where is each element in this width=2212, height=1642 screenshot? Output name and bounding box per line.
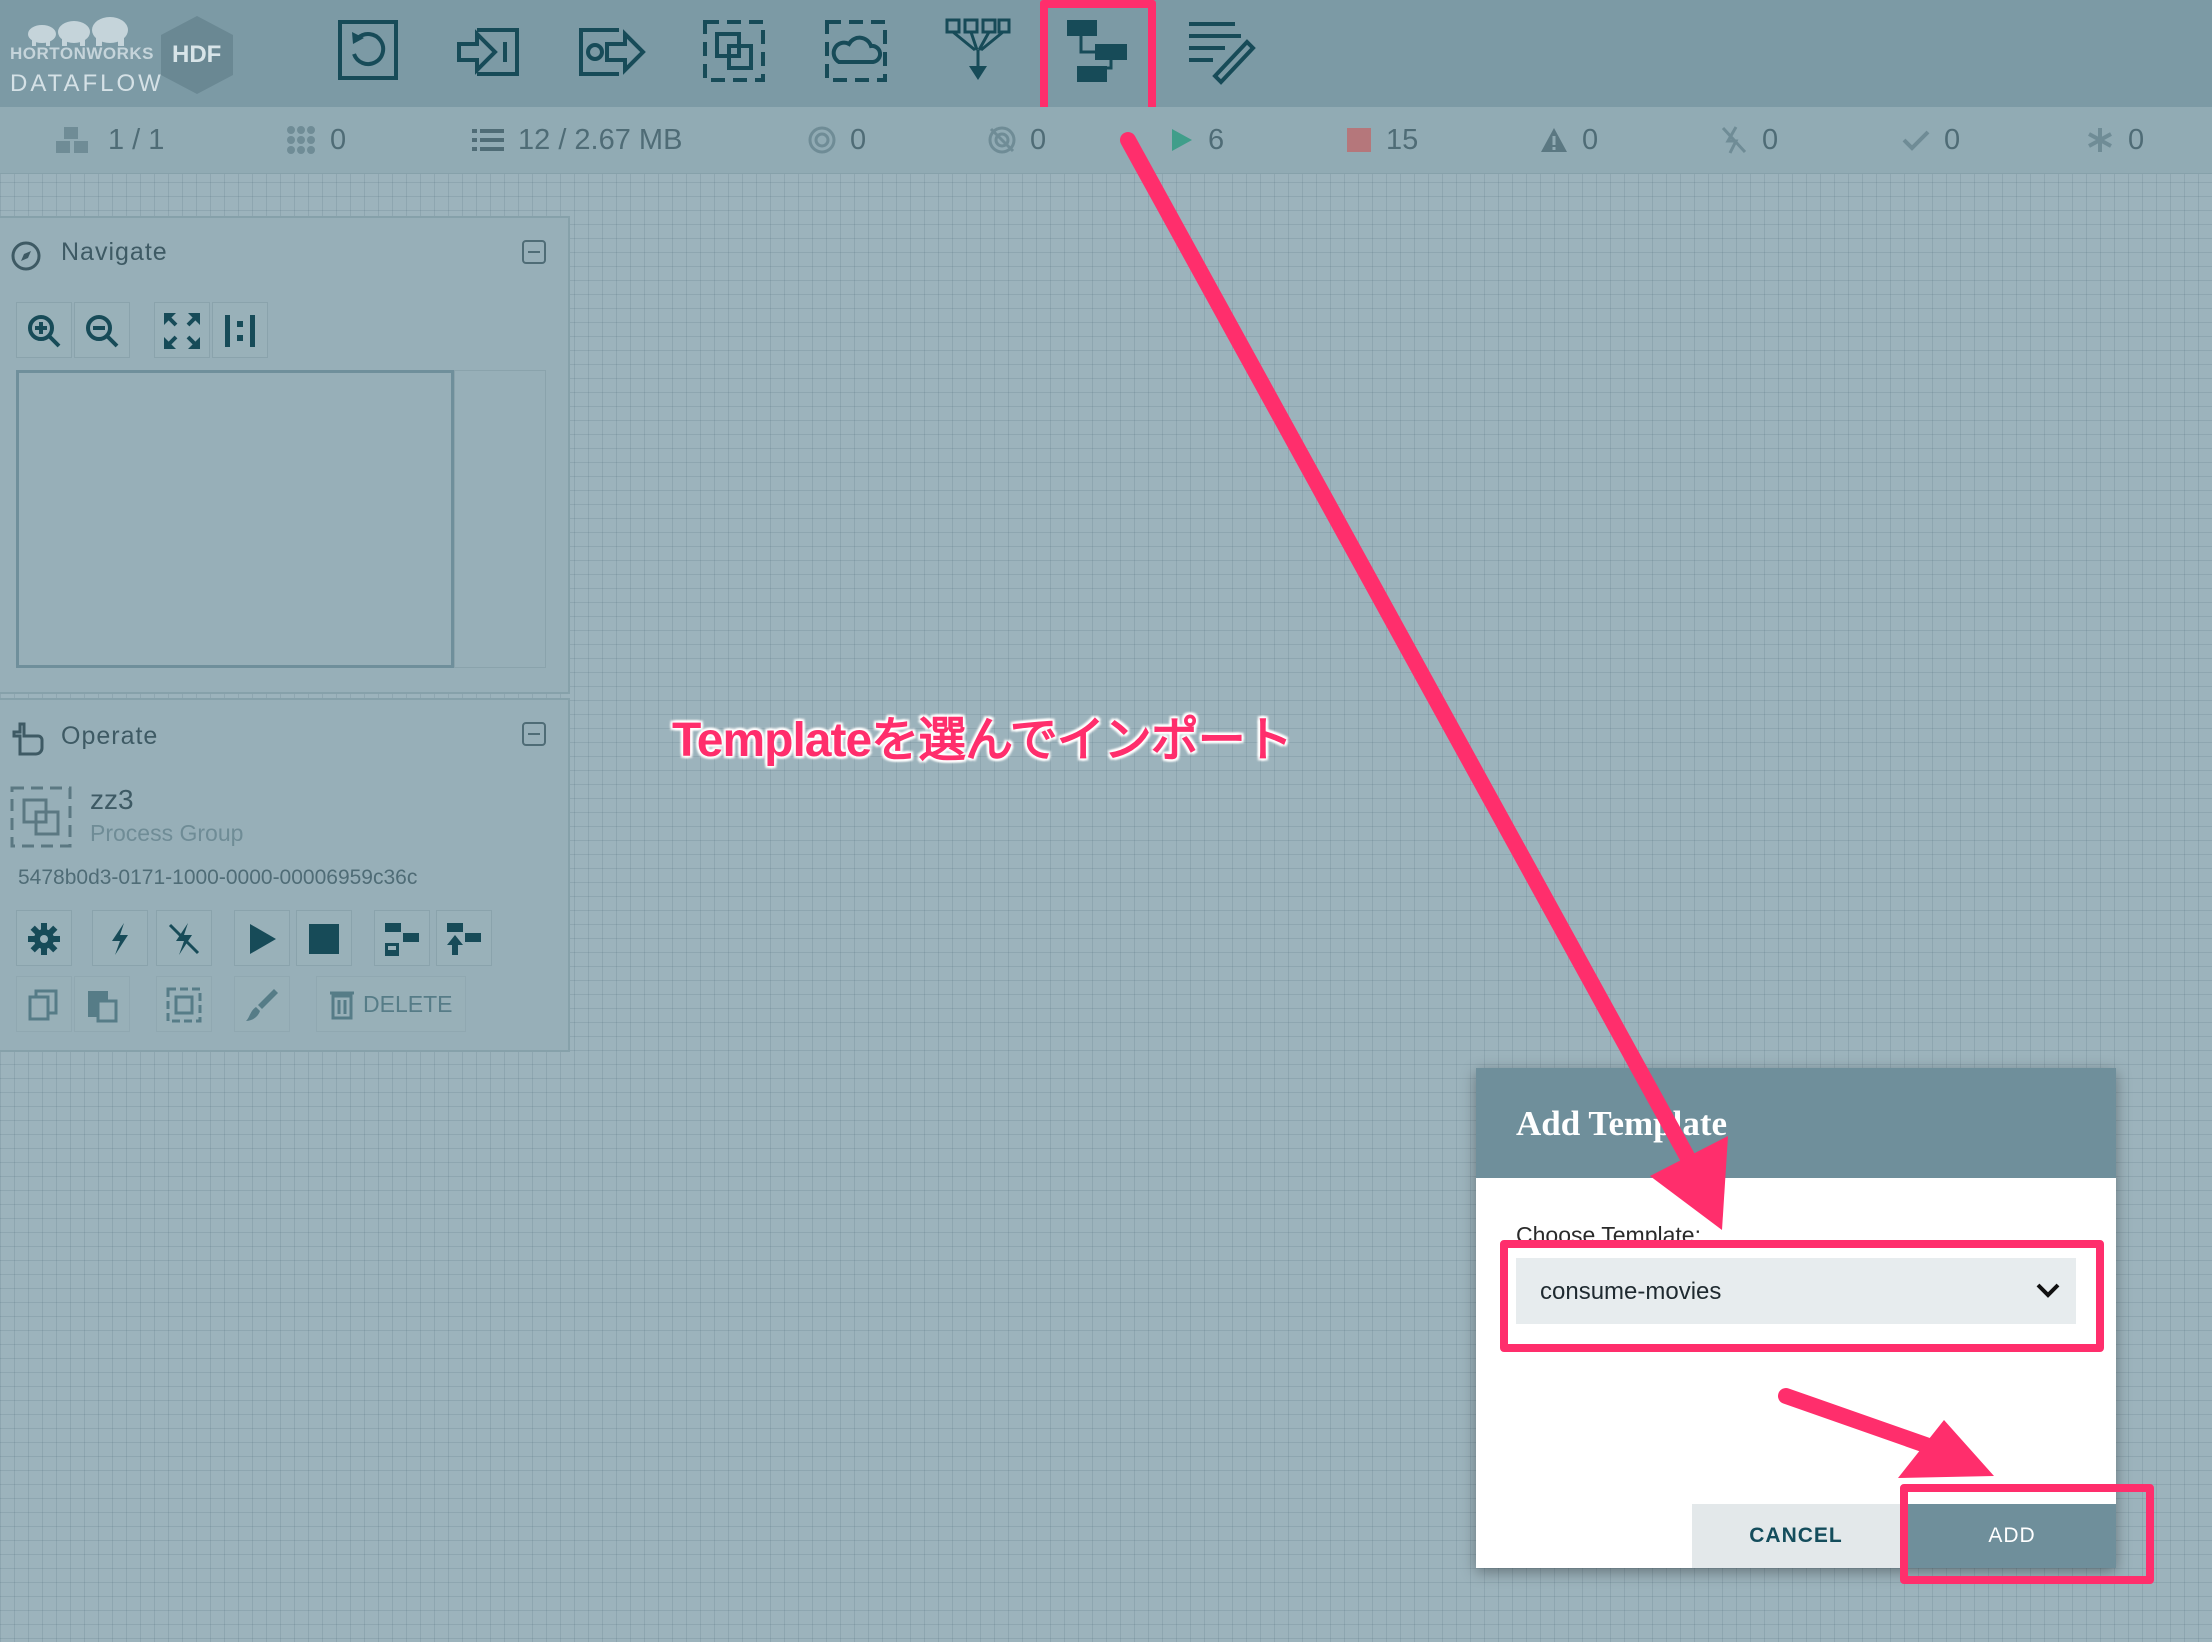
arrow-to-select bbox=[1120, 132, 1728, 1230]
annotation-caption: Templateを選んでインポート bbox=[672, 714, 1293, 767]
arrow-to-add bbox=[1778, 1388, 1994, 1478]
annotation-arrows bbox=[1120, 132, 1994, 1478]
